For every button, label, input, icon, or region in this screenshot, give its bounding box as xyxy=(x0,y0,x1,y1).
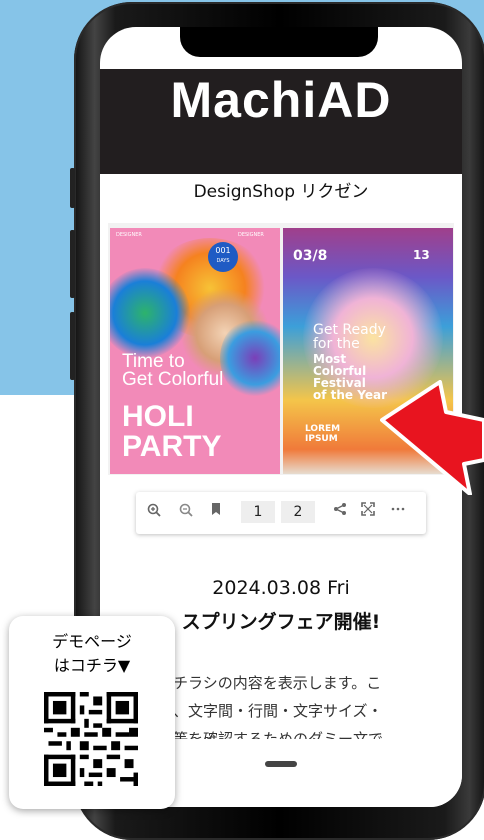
zoom-out-icon[interactable] xyxy=(176,502,196,522)
flyer-small-label: DESIGNER xyxy=(116,232,142,238)
flyer-text-line: for the xyxy=(313,336,360,352)
flyer-big-title: PARTY xyxy=(122,430,222,463)
phone-volume-up-button xyxy=(70,230,75,298)
qr-code-image[interactable] xyxy=(44,692,138,786)
phone-notch xyxy=(180,27,378,57)
home-indicator[interactable] xyxy=(265,761,297,767)
zoom-in-icon[interactable] xyxy=(144,502,164,522)
flyer-small-label: DESIGNER xyxy=(238,232,264,238)
flyer-big-title: HOLI xyxy=(122,400,194,433)
phone-volume-down-button xyxy=(70,312,75,380)
flyer-footer-line: LOREM xyxy=(305,424,341,434)
red-arrow-pointer xyxy=(380,380,484,495)
page-1-button[interactable]: 1 xyxy=(241,501,275,523)
share-icon[interactable] xyxy=(330,502,350,522)
event-date: 2024.03.08 Fri xyxy=(212,577,350,599)
shop-title: DesignShop リクゼン xyxy=(193,182,369,202)
qr-card-title: デモページ はコチラ▼ xyxy=(0,630,184,678)
page-2-button[interactable]: 2 xyxy=(281,501,315,523)
flyer-toolbar: 1 2 xyxy=(136,492,426,534)
qr-card-title-line: デモページ xyxy=(52,632,132,651)
paint-splash xyxy=(220,318,280,398)
fullscreen-icon[interactable] xyxy=(358,502,378,522)
bookmark-icon[interactable] xyxy=(206,502,226,522)
more-icon[interactable] xyxy=(388,502,408,522)
flyer-badge: 001 DAYS xyxy=(208,242,238,272)
app-logo[interactable]: MachiAD xyxy=(100,71,462,129)
flyer-text-line: of the Year xyxy=(313,388,387,402)
phone-side-button xyxy=(70,168,75,208)
flyer-title-line: Get Colorful xyxy=(122,369,224,390)
flyer-footer-line: IPSUM xyxy=(305,434,338,444)
badge-label: DAYS xyxy=(216,258,230,264)
article-body-line: は、文字間・行間・文字サイズ・ xyxy=(158,702,383,720)
flyer-number: 13 xyxy=(413,248,430,262)
qr-card-title-line: はコチラ▼ xyxy=(53,656,131,675)
flyer-date: 03/8 xyxy=(293,248,328,264)
badge-number: 001 xyxy=(215,246,231,255)
paint-splash xyxy=(110,268,190,358)
flyer-page-left[interactable]: DESIGNER DESIGNER 001 DAYS Time to Get C… xyxy=(110,228,280,474)
article-body-line: はチラシの内容を表示します。こ xyxy=(158,674,382,692)
